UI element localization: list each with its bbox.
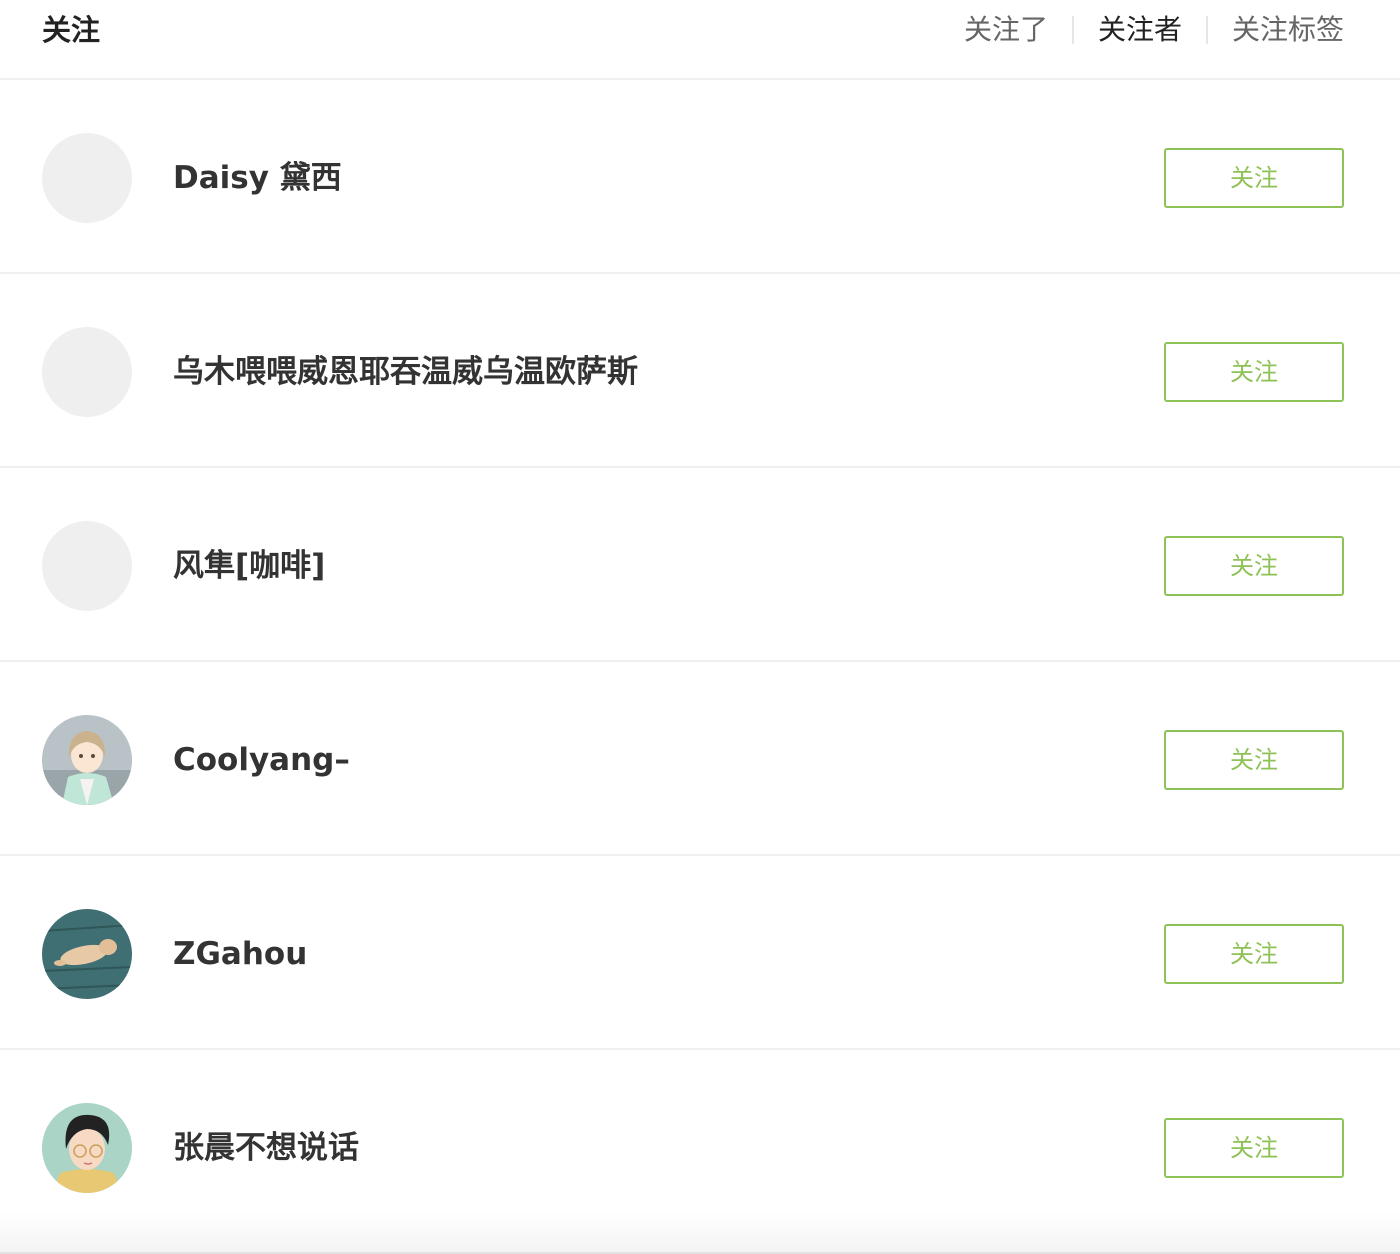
avatar[interactable] xyxy=(42,1103,132,1193)
tab-divider xyxy=(1071,16,1074,44)
avatar[interactable] xyxy=(42,327,132,417)
user-name[interactable]: 风隼[咖啡] xyxy=(173,546,325,586)
user-row: Daisy 黛西 关注 xyxy=(0,80,1400,274)
avatar[interactable] xyxy=(42,909,132,999)
follow-tabs: 关注了 关注者 关注标签 xyxy=(964,12,1344,48)
tab-divider xyxy=(1205,16,1208,44)
user-name[interactable]: Coolyang– xyxy=(173,740,350,780)
tab-followers[interactable]: 关注者 xyxy=(1098,12,1182,48)
user-name[interactable]: 乌木喂喂威恩耶吞温威乌温欧萨斯 xyxy=(173,352,638,392)
user-row: Coolyang– 关注 xyxy=(0,662,1400,856)
tab-follow-tags[interactable]: 关注标签 xyxy=(1232,12,1344,48)
avatar[interactable] xyxy=(42,133,132,223)
tab-following[interactable]: 关注了 xyxy=(964,12,1048,48)
bottom-shadow xyxy=(0,1212,1400,1254)
page-title: 关注 xyxy=(42,13,101,47)
user-name[interactable]: Daisy 黛西 xyxy=(173,158,342,198)
user-row: 风隼[咖啡] 关注 xyxy=(0,468,1400,662)
follow-button[interactable]: 关注 xyxy=(1164,730,1344,790)
avatar[interactable] xyxy=(42,715,132,805)
avatar[interactable] xyxy=(42,521,132,611)
follow-button[interactable]: 关注 xyxy=(1164,342,1344,402)
user-list: Daisy 黛西 关注 乌木喂喂威恩耶吞温威乌温欧萨斯 关注 风隼[咖啡] 关注 xyxy=(0,80,1400,1244)
dog-avatar-image xyxy=(42,909,132,999)
following-page: 关注 关注了 关注者 关注标签 Daisy 黛西 关注 乌木喂喂威恩耶吞温威乌温… xyxy=(0,0,1400,1254)
user-name[interactable]: 张晨不想说话 xyxy=(173,1128,359,1168)
user-row: ZGahou 关注 xyxy=(0,856,1400,1050)
user-name[interactable]: ZGahou xyxy=(173,934,307,974)
follow-button[interactable]: 关注 xyxy=(1164,924,1344,984)
follow-button[interactable]: 关注 xyxy=(1164,148,1344,208)
page-header: 关注 关注了 关注者 关注标签 xyxy=(0,0,1400,80)
anime-boy-avatar-image xyxy=(42,715,132,805)
follow-button[interactable]: 关注 xyxy=(1164,1118,1344,1178)
follow-button[interactable]: 关注 xyxy=(1164,536,1344,596)
boy-with-glasses-avatar-image xyxy=(42,1103,132,1193)
user-row: 乌木喂喂威恩耶吞温威乌温欧萨斯 关注 xyxy=(0,274,1400,468)
